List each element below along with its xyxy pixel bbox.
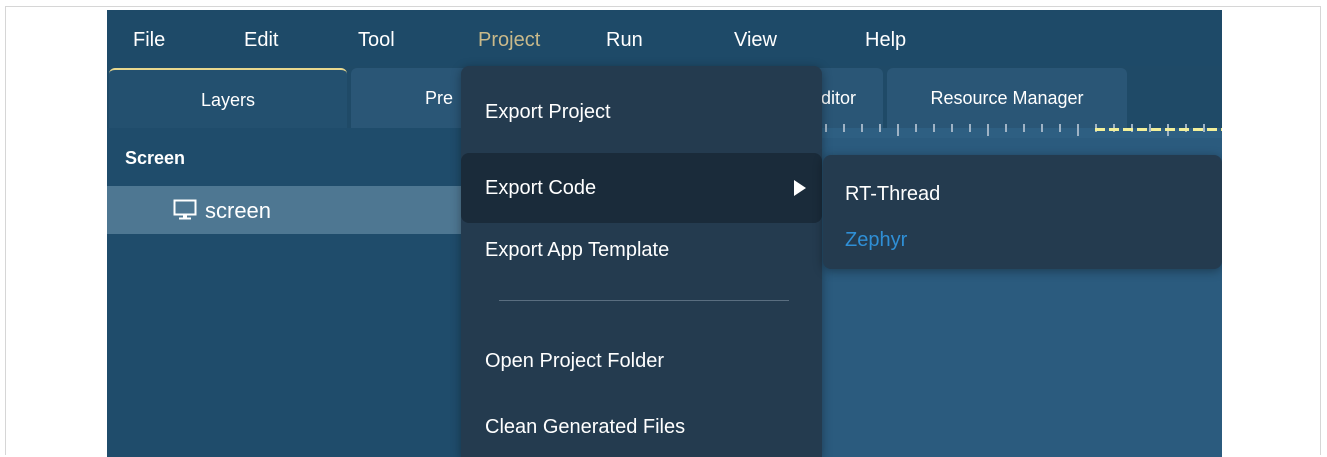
menu-item-label: Export Project [485,101,611,123]
project-menu-dropdown: Export Project Export Code Export App Te… [461,66,822,457]
submenu-item-zephyr[interactable]: Zephyr [845,229,907,252]
menu-edit[interactable]: Edit [244,26,278,54]
menu-item-export-app-template[interactable]: Export App Template [461,220,822,280]
menu-run[interactable]: Run [606,26,643,54]
menu-item-label: Open Project Folder [485,350,664,372]
tree-item-label: screen [205,198,272,223]
menu-help[interactable]: Help [865,26,906,54]
app-window: File Edit Tool Project Run View Help Lay… [107,10,1222,457]
menu-item-label: Clean Generated Files [485,416,686,438]
panel-title: Screen [125,148,186,168]
menu-tool[interactable]: Tool [358,26,395,54]
tab-resource-manager[interactable]: Resource Manager [887,68,1127,128]
menu-item-clean-generated-files[interactable]: Clean Generated Files [461,397,822,457]
horizontal-ruler [807,124,1222,138]
export-code-submenu: RT-Thread Zephyr [823,155,1222,269]
menu-item-label: Export App Template [485,239,670,261]
menu-item-label: Export Code [485,177,597,199]
menu-project[interactable]: Project [478,26,540,54]
menu-item-open-project-folder[interactable]: Open Project Folder [461,331,822,391]
menu-view[interactable]: View [734,26,777,54]
menu-item-export-project[interactable]: Export Project [461,82,822,142]
menu-bar: File Edit Tool Project Run View Help [107,10,1222,66]
tree-item-screen[interactable]: screen [107,186,467,234]
tab-layers[interactable]: Layers [109,68,347,128]
menu-item-export-code[interactable]: Export Code [461,153,822,223]
monitor-icon [173,199,197,220]
layers-panel: Screen screen [107,128,467,457]
menu-separator [499,300,789,301]
menu-file[interactable]: File [133,26,165,54]
submenu-item-rt-thread[interactable]: RT-Thread [845,183,940,206]
ruler-viewport-marker [1095,128,1222,131]
submenu-arrow-icon [794,180,806,196]
